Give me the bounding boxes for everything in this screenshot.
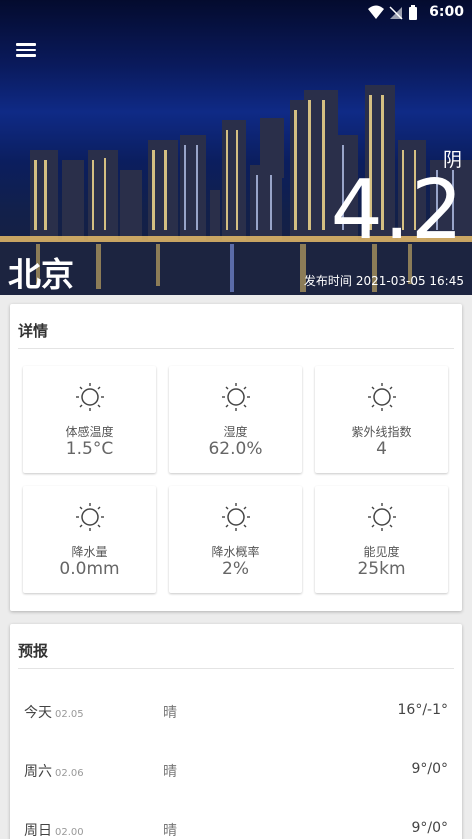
status-icons [368, 5, 417, 20]
signal-icon [389, 6, 403, 20]
detail-tile-feels-like: 体感温度 1.5°C [23, 366, 156, 473]
menu-icon[interactable] [14, 40, 42, 64]
status-bar: 6:00 [0, 0, 472, 26]
detail-tile-precipitation: 降水量 0.0mm [23, 486, 156, 593]
sun-icon [368, 383, 396, 411]
city-name: 北京 [8, 255, 74, 294]
sun-icon [222, 503, 250, 531]
forecast-date: 02.05 [55, 709, 84, 720]
detail-label: 体感温度 [65, 425, 114, 439]
forecast-condition: 晴 [163, 705, 177, 721]
status-time: 6:00 [429, 4, 464, 20]
forecast-temps: 9°/0° [411, 761, 448, 777]
details-title: 详情 [18, 304, 454, 349]
forecast-row[interactable]: 今天 02.05 晴 16°/-1° [24, 696, 448, 726]
forecast-temps: 16°/-1° [397, 702, 449, 718]
forecast-day: 周六 02.06 [24, 764, 84, 780]
detail-value: 4 [376, 439, 387, 459]
current-temperature: 4.2 [330, 163, 464, 258]
detail-label: 紫外线指数 [351, 425, 412, 439]
hero-banner: 6:00 阴 4.2 北京 发布时间 2021-03-05 16:45 [0, 0, 472, 295]
detail-value: 0.0mm [59, 559, 120, 579]
forecast-date: 02.06 [55, 768, 84, 779]
published-label: 发布时间 [303, 274, 352, 288]
battery-icon [409, 5, 417, 20]
detail-label: 湿度 [223, 425, 248, 439]
detail-label: 降水量 [71, 545, 108, 559]
sun-icon [368, 503, 396, 531]
sun-icon [76, 503, 104, 531]
wifi-icon [368, 5, 384, 19]
sun-icon [76, 383, 104, 411]
forecast-condition: 晴 [163, 764, 177, 780]
detail-label: 能见度 [363, 545, 400, 559]
detail-tile-humidity: 湿度 62.0% [169, 366, 302, 473]
forecast-day: 周日 02.00 [24, 823, 84, 839]
forecast-day: 今天 02.05 [24, 705, 84, 721]
forecast-temps: 9°/0° [411, 820, 448, 836]
forecast-date: 02.00 [55, 827, 84, 838]
detail-tile-visibility: 能见度 25km [315, 486, 448, 593]
sun-icon [222, 383, 250, 411]
detail-tile-uv-index: 紫外线指数 4 [315, 366, 448, 473]
published-time: 2021-03-05 16:45 [355, 274, 464, 288]
detail-label: 降水概率 [211, 545, 260, 559]
detail-value: 2% [222, 559, 249, 579]
detail-value: 25km [357, 559, 406, 579]
forecast-card: 预报 今天 02.05 晴 16°/-1° 周六 02.06 晴 9°/0° 周日 0… [10, 624, 462, 839]
forecast-condition: 晴 [163, 823, 177, 839]
detail-value: 1.5°C [65, 439, 114, 459]
detail-value: 62.0% [208, 439, 263, 459]
forecast-row[interactable]: 周六 02.06 晴 9°/0° [24, 755, 448, 785]
forecast-row[interactable]: 周日 02.00 晴 9°/0° [24, 814, 448, 839]
weather-screen: 6:00 阴 4.2 北京 发布时间 2021-03-05 16:45 详情 体感… [0, 0, 472, 839]
published-time-line: 发布时间 2021-03-05 16:45 [304, 272, 464, 289]
forecast-title: 预报 [18, 624, 454, 669]
details-card: 详情 体感温度 1.5°C 湿度 62.0% 紫外线指数 4 降水量 0.0mm… [10, 304, 462, 611]
detail-tile-precip-probability: 降水概率 2% [169, 486, 302, 593]
